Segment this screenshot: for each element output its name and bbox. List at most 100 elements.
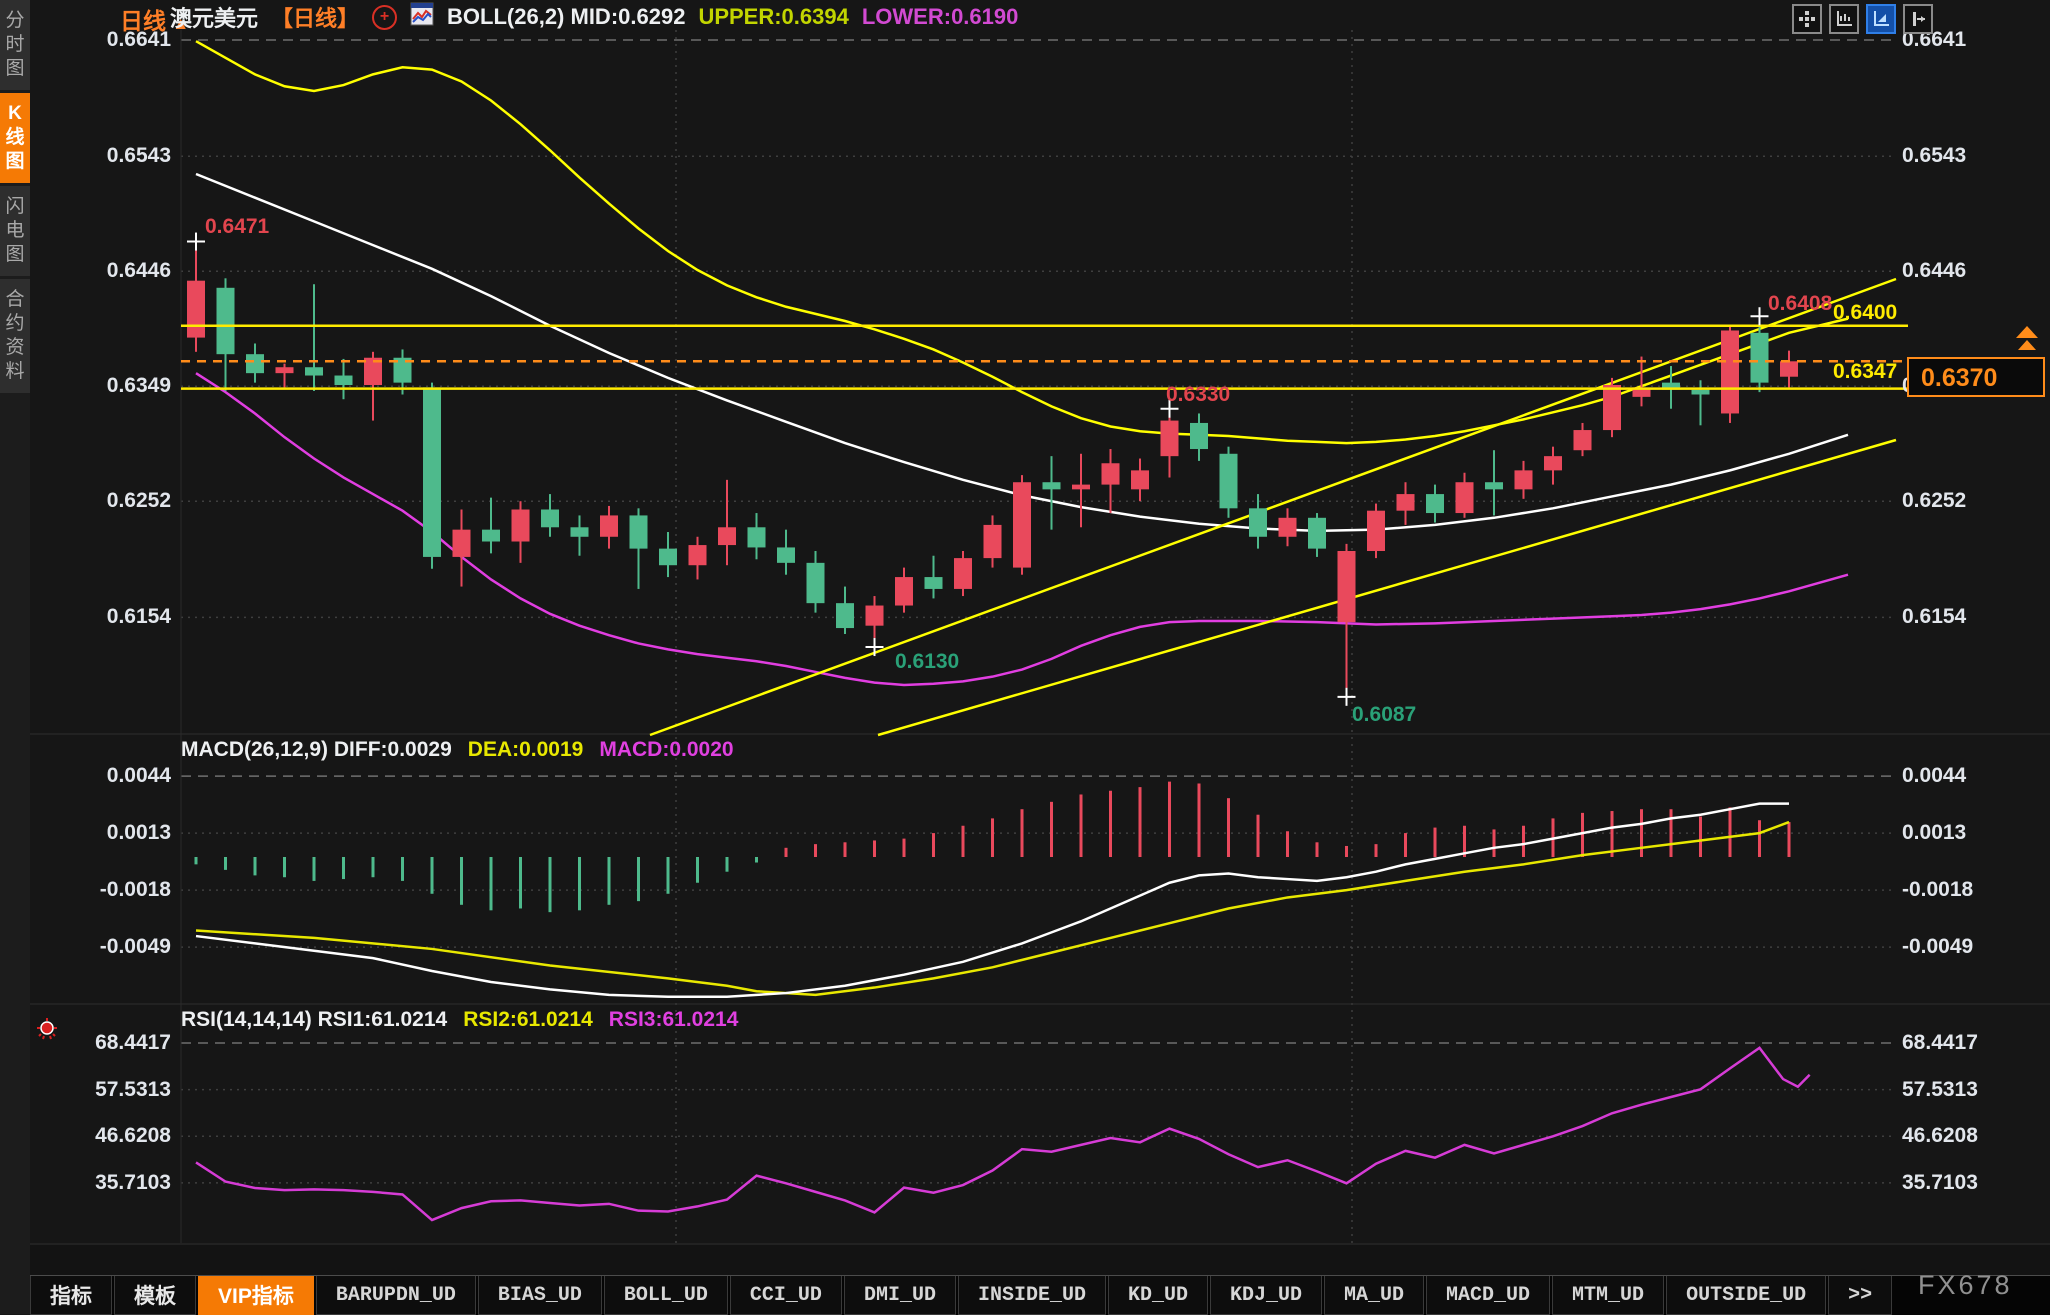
candle-body (1308, 518, 1326, 549)
tab-vip[interactable]: VIP指标 (198, 1276, 314, 1315)
candle-body (748, 527, 766, 547)
price-axis-label-left: 0.6252 (61, 489, 171, 513)
candle-body (1397, 494, 1415, 511)
indicator-tabbar: 指标模板VIP指标BARUPDN_UDBIAS_UDBOLL_UDCCI_UDD… (30, 1275, 2050, 1315)
rsi-axis-label-left: 68.4417 (61, 1031, 171, 1055)
rsi3-label: RSI3:61.0214 (609, 1008, 739, 1032)
candle-body (423, 387, 441, 557)
candle-body (482, 530, 500, 542)
rsi-title: RSI(14,14,14) RSI1:61.0214 (181, 1008, 447, 1032)
period-label[interactable]: 【日线】 (271, 1, 359, 33)
macd-title: MACD(26,12,9) DIFF:0.0029 (181, 738, 452, 762)
alert-icon[interactable] (34, 1018, 60, 1053)
boll-upper-line (196, 41, 1848, 443)
boll-upper-label: UPPER:0.6394 (698, 4, 848, 30)
tab-[interactable]: >> (1828, 1276, 1892, 1315)
tab-outsideud[interactable]: OUTSIDE_UD (1666, 1276, 1826, 1315)
candle-body (1131, 470, 1149, 489)
macd-axis-label-right: -0.0018 (1902, 878, 1973, 902)
hline-price-label: 0.6400 (1833, 301, 1897, 325)
boll-lower-label: LOWER:0.6190 (862, 4, 1019, 30)
chart-toolbar (1792, 4, 1933, 34)
price-up-arrow-icon (2012, 324, 2042, 363)
candle-body (541, 509, 559, 527)
tab-macdud[interactable]: MACD_UD (1426, 1276, 1550, 1315)
tab-maud[interactable]: MA_UD (1324, 1276, 1424, 1315)
macd-axis-label-right: 0.0044 (1902, 764, 1966, 788)
rsi-axis-label-right: 46.6208 (1902, 1124, 1978, 1148)
candle-body (1279, 518, 1297, 537)
macd-dea-label: DEA:0.0019 (468, 738, 584, 762)
candle-body (1220, 454, 1238, 509)
candle-body (276, 367, 294, 373)
tab-bollud[interactable]: BOLL_UD (604, 1276, 728, 1315)
tab-biasud[interactable]: BIAS_UD (478, 1276, 602, 1315)
candle-body (1751, 333, 1769, 383)
candle-body (600, 515, 618, 536)
candle-body (246, 354, 264, 373)
sidebar-item-0[interactable]: 分时图 (0, 0, 30, 90)
sidebar-item-2[interactable]: 闪电图 (0, 186, 30, 276)
chart-header: 澳元美元 【日线】 + BOLL(26,2) MID:0.6292 UPPER:… (170, 4, 1018, 30)
candle-body (571, 527, 589, 536)
tab-cciud[interactable]: CCI_UD (730, 1276, 842, 1315)
boll-label: BOLL(26,2) MID:0.6292 (447, 4, 685, 30)
chart-canvas[interactable] (0, 0, 2050, 1314)
candle-body (925, 577, 943, 589)
candle-body (335, 376, 353, 385)
candle-body (1692, 390, 1710, 395)
macd-axis-label-left: -0.0049 (61, 935, 171, 959)
candle-body (630, 515, 648, 548)
tab-kdjud[interactable]: KDJ_UD (1210, 1276, 1322, 1315)
candle-body (305, 367, 323, 375)
symbol-name: 澳元美元 (170, 1, 258, 33)
price-axis-label-right: 0.6154 (1902, 605, 1966, 629)
sidebar-item-3[interactable]: 合约资料 (0, 279, 30, 393)
candle-body (1367, 511, 1385, 551)
tab-[interactable]: 模板 (114, 1276, 196, 1315)
macd-macd-label: MACD:0.0020 (599, 738, 733, 762)
rsi-panel-title: RSI(14,14,14) RSI1:61.0214 RSI2:61.0214 … (181, 1008, 738, 1032)
rsi2-label: RSI2:61.0214 (463, 1008, 593, 1032)
candle-body (689, 545, 707, 565)
candle-body (1485, 482, 1503, 489)
price-annotation: 0.6471 (205, 215, 269, 239)
price-axis-label-right: 0.6252 (1902, 489, 1966, 513)
price-annotation: 0.6087 (1352, 703, 1416, 727)
tab-mtmud[interactable]: MTM_UD (1552, 1276, 1664, 1315)
sidebar-item-1[interactable]: K线图 (0, 93, 30, 183)
tab-insideud[interactable]: INSIDE_UD (958, 1276, 1106, 1315)
candle-body (954, 558, 972, 589)
trendline (650, 279, 1896, 735)
price-axis-label-right: 0.6446 (1902, 259, 1966, 283)
macd-axis-label-left: 0.0044 (61, 764, 171, 788)
candle-body (836, 603, 854, 628)
rsi-axis-label-right: 57.5313 (1902, 1078, 1978, 1102)
axis-pointer-tool-icon[interactable] (1866, 4, 1896, 34)
candle-body (807, 563, 825, 603)
macd-axis-label-left: 0.0013 (61, 821, 171, 845)
tab-[interactable]: 指标 (30, 1276, 112, 1315)
tab-barupdnud[interactable]: BARUPDN_UD (316, 1276, 476, 1315)
tab-kdud[interactable]: KD_UD (1108, 1276, 1208, 1315)
candle-body (1780, 361, 1798, 376)
candle-body (1544, 456, 1562, 470)
rsi-line (196, 1048, 1810, 1220)
watermark: FX678 (1918, 1270, 2013, 1301)
add-indicator-icon[interactable]: + (372, 5, 397, 30)
candle-body (1102, 463, 1120, 484)
price-axis-label-left: 0.6543 (61, 144, 171, 168)
macd-axis-label-left: -0.0018 (61, 878, 171, 902)
macd-axis-label-right: -0.0049 (1902, 935, 1973, 959)
rsi-axis-label-right: 35.7103 (1902, 1171, 1978, 1195)
date-axis-row (30, 1245, 2050, 1275)
candle-body (895, 577, 913, 605)
axis-scale-tool-icon[interactable] (1829, 4, 1859, 34)
move-tool-icon[interactable] (1792, 4, 1822, 34)
current-price-box: 0.6370 (1907, 357, 2045, 397)
candle-body (1249, 508, 1267, 536)
crosshair-tool-icon[interactable] (1903, 4, 1933, 34)
price-annotation: 0.6330 (1166, 383, 1230, 407)
tab-dmiud[interactable]: DMI_UD (844, 1276, 956, 1315)
mini-chart-icon[interactable] (410, 2, 434, 32)
